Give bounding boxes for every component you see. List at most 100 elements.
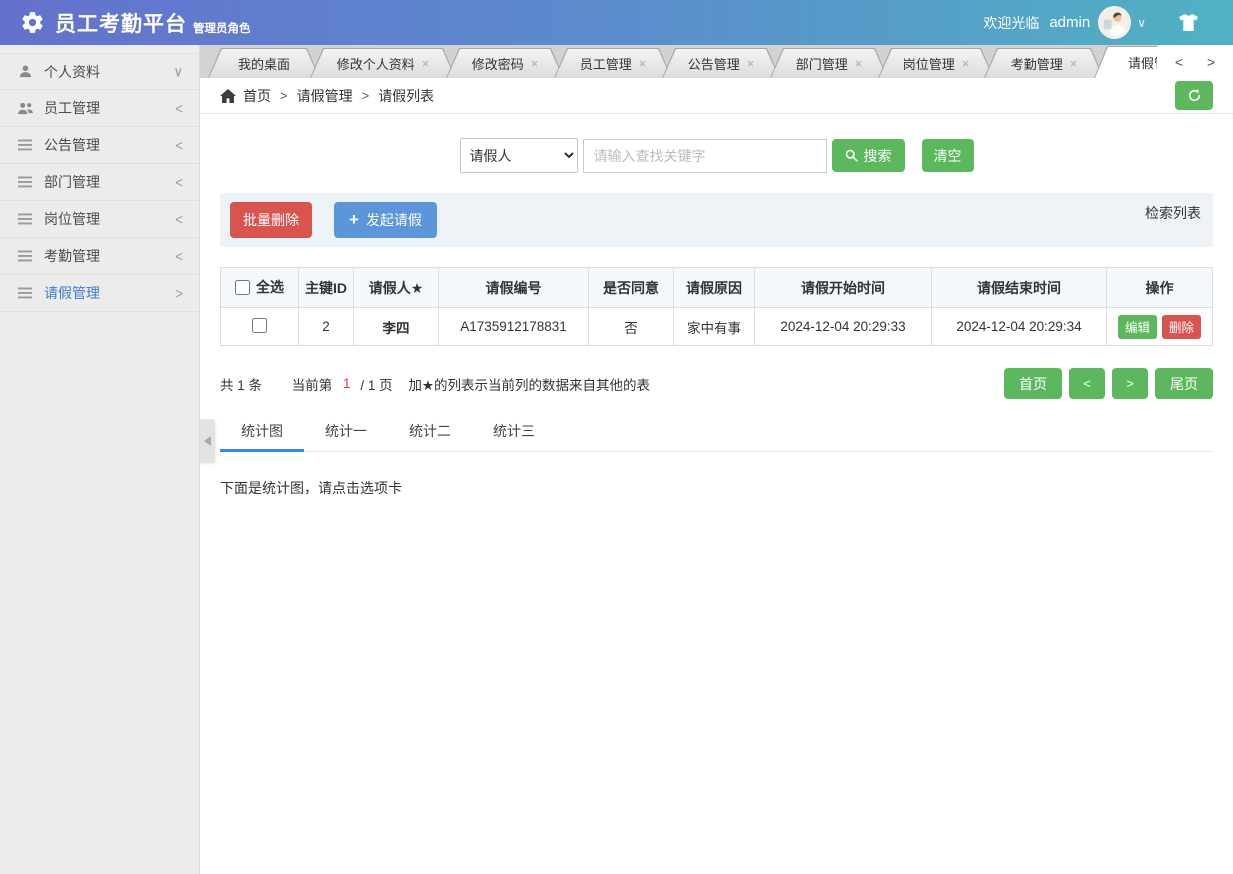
col-select-all: 全选: [221, 268, 299, 308]
tab-position-mgmt[interactable]: 岗位管理 ×: [878, 48, 994, 78]
last-page-button[interactable]: 尾页: [1155, 368, 1213, 399]
search-input[interactable]: [583, 139, 827, 173]
close-icon[interactable]: ×: [531, 56, 539, 71]
chevron-left-icon: <: [175, 174, 183, 191]
username: admin: [1049, 14, 1090, 31]
batch-delete-button[interactable]: 批量删除: [230, 202, 312, 238]
user-menu-caret-icon[interactable]: ∨: [1137, 16, 1146, 30]
tab-announcement-mgmt[interactable]: 公告管理 ×: [662, 48, 780, 78]
delete-button[interactable]: 删除: [1162, 315, 1201, 339]
stats-tab-chart[interactable]: 统计图: [220, 411, 304, 452]
plus-icon: +: [349, 211, 359, 228]
sidebar-item-position-mgmt[interactable]: 岗位管理 <: [0, 201, 199, 238]
breadcrumb-leave-list[interactable]: 请假列表: [378, 86, 434, 106]
sidebar-item-personal-profile[interactable]: 个人资料 ∨: [0, 53, 199, 90]
close-icon[interactable]: ×: [639, 56, 647, 71]
search-icon: [845, 149, 858, 162]
user-icon: [16, 64, 34, 79]
leave-list-panel: 请假人 搜索 清空 批量删除 + 发起: [200, 114, 1233, 874]
refresh-icon: [1187, 88, 1202, 103]
tab-change-password[interactable]: 修改密码 ×: [446, 48, 564, 78]
list-icon: [16, 139, 34, 151]
cell-reason: 家中有事: [674, 308, 755, 346]
tab-bar: 我的桌面 修改个人资料 × 修改密码 ×: [200, 45, 1233, 78]
users-icon: [16, 102, 34, 115]
close-icon[interactable]: ×: [422, 56, 430, 71]
col-agreed: 是否同意: [589, 268, 674, 308]
clear-button[interactable]: 清空: [922, 139, 974, 172]
col-actions: 操作: [1107, 268, 1213, 308]
create-leave-button[interactable]: + 发起请假: [334, 202, 437, 238]
col-leave-person: 请假人★: [354, 268, 439, 308]
sidebar-item-attendance-mgmt[interactable]: 考勤管理 <: [0, 238, 199, 275]
breadcrumb-leave-mgmt[interactable]: 请假管理: [297, 86, 353, 106]
tab-edit-profile[interactable]: 修改个人资料 ×: [310, 48, 456, 78]
chevron-left-icon: [204, 436, 211, 446]
table-header-row: 全选 主键ID 请假人★ 请假编号 是否同意 请假原因 请假开始时间 请假结束时…: [221, 268, 1213, 308]
breadcrumb-home[interactable]: 首页: [243, 86, 271, 106]
list-icon: [16, 176, 34, 188]
tab-leave-mgmt[interactable]: 请假管理: [1094, 46, 1157, 78]
tab-attendance-mgmt[interactable]: 考勤管理 ×: [984, 48, 1104, 78]
leave-table: 全选 主键ID 请假人★ 请假编号 是否同意 请假原因 请假开始时间 请假结束时…: [220, 267, 1213, 346]
select-all-checkbox[interactable]: [235, 280, 250, 295]
chevron-left-icon: <: [175, 248, 183, 265]
avatar[interactable]: [1098, 6, 1131, 39]
tab-my-desktop[interactable]: 我的桌面: [208, 48, 320, 78]
close-icon[interactable]: ×: [747, 56, 755, 71]
tab-scroll-next-icon[interactable]: >: [1201, 52, 1221, 72]
next-page-button[interactable]: >: [1112, 368, 1148, 399]
chevron-left-icon: <: [175, 137, 183, 154]
tshirt-theme-icon[interactable]: [1178, 14, 1199, 31]
tab-department-mgmt[interactable]: 部门管理 ×: [770, 48, 888, 78]
sidebar-collapse-handle[interactable]: [200, 419, 215, 463]
app-title: 员工考勤平台: [55, 8, 187, 38]
welcome-text: 欢迎光临: [983, 13, 1039, 33]
list-icon: [16, 213, 34, 225]
role-badge: 管理员角色: [193, 20, 251, 36]
chevron-down-icon: ∨: [173, 63, 183, 81]
sidebar-item-leave-mgmt[interactable]: 请假管理 >: [0, 275, 199, 312]
cell-leave-person: 李四: [354, 308, 439, 346]
sidebar-item-announcement-mgmt[interactable]: 公告管理 <: [0, 127, 199, 164]
row-checkbox[interactable]: [252, 318, 267, 333]
total-count: 共 1 条: [220, 378, 262, 393]
cell-key-id: 2: [299, 308, 354, 346]
first-page-button[interactable]: 首页: [1004, 368, 1062, 399]
search-field-select[interactable]: 请假人: [460, 138, 578, 173]
list-icon: [16, 287, 34, 299]
stats-note: 下面是统计图，请点击选项卡: [220, 478, 1213, 498]
stats-tab-three[interactable]: 统计三: [472, 411, 556, 452]
breadcrumb: 首页 > 请假管理 > 请假列表: [200, 78, 1233, 114]
tab-employee-mgmt[interactable]: 员工管理 ×: [554, 48, 672, 78]
panel-title: 检索列表: [1145, 203, 1203, 223]
sidebar-item-department-mgmt[interactable]: 部门管理 <: [0, 164, 199, 201]
edit-button[interactable]: 编辑: [1118, 315, 1157, 339]
breadcrumb-separator: >: [362, 88, 370, 103]
col-start-time: 请假开始时间: [755, 268, 932, 308]
star-note: 加★的列表示当前列的数据来自其他的表: [408, 378, 650, 393]
cell-agreed: 否: [589, 308, 674, 346]
stats-tab-two[interactable]: 统计二: [388, 411, 472, 452]
cell-end-time: 2024-12-04 20:29:34: [932, 308, 1107, 346]
tab-scroll-prev-icon[interactable]: <: [1169, 52, 1189, 72]
sidebar-item-employee-mgmt[interactable]: 员工管理 <: [0, 90, 199, 127]
close-icon[interactable]: ×: [1070, 56, 1078, 71]
refresh-button[interactable]: [1175, 81, 1213, 110]
close-icon[interactable]: ×: [962, 56, 970, 71]
pagination: 共 1 条 当前第 1 / 1 页 加★的列表示当前列的数据来自其他的表 首页 …: [220, 368, 1213, 399]
breadcrumb-separator: >: [280, 88, 288, 103]
col-leave-code: 请假编号: [439, 268, 589, 308]
cell-start-time: 2024-12-04 20:29:33: [755, 308, 932, 346]
col-end-time: 请假结束时间: [932, 268, 1107, 308]
search-button[interactable]: 搜索: [832, 139, 905, 172]
gear-icon: [20, 10, 45, 35]
close-icon[interactable]: ×: [855, 56, 863, 71]
search-form: 请假人 搜索 清空: [220, 138, 1213, 173]
list-icon: [16, 250, 34, 262]
col-key-id: 主键ID: [299, 268, 354, 308]
table-row: 2 李四 A1735912178831 否 家中有事 2024-12-04 20…: [221, 308, 1213, 346]
prev-page-button[interactable]: <: [1069, 368, 1105, 399]
stats-tab-one[interactable]: 统计一: [304, 411, 388, 452]
cell-leave-code: A1735912178831: [439, 308, 589, 346]
